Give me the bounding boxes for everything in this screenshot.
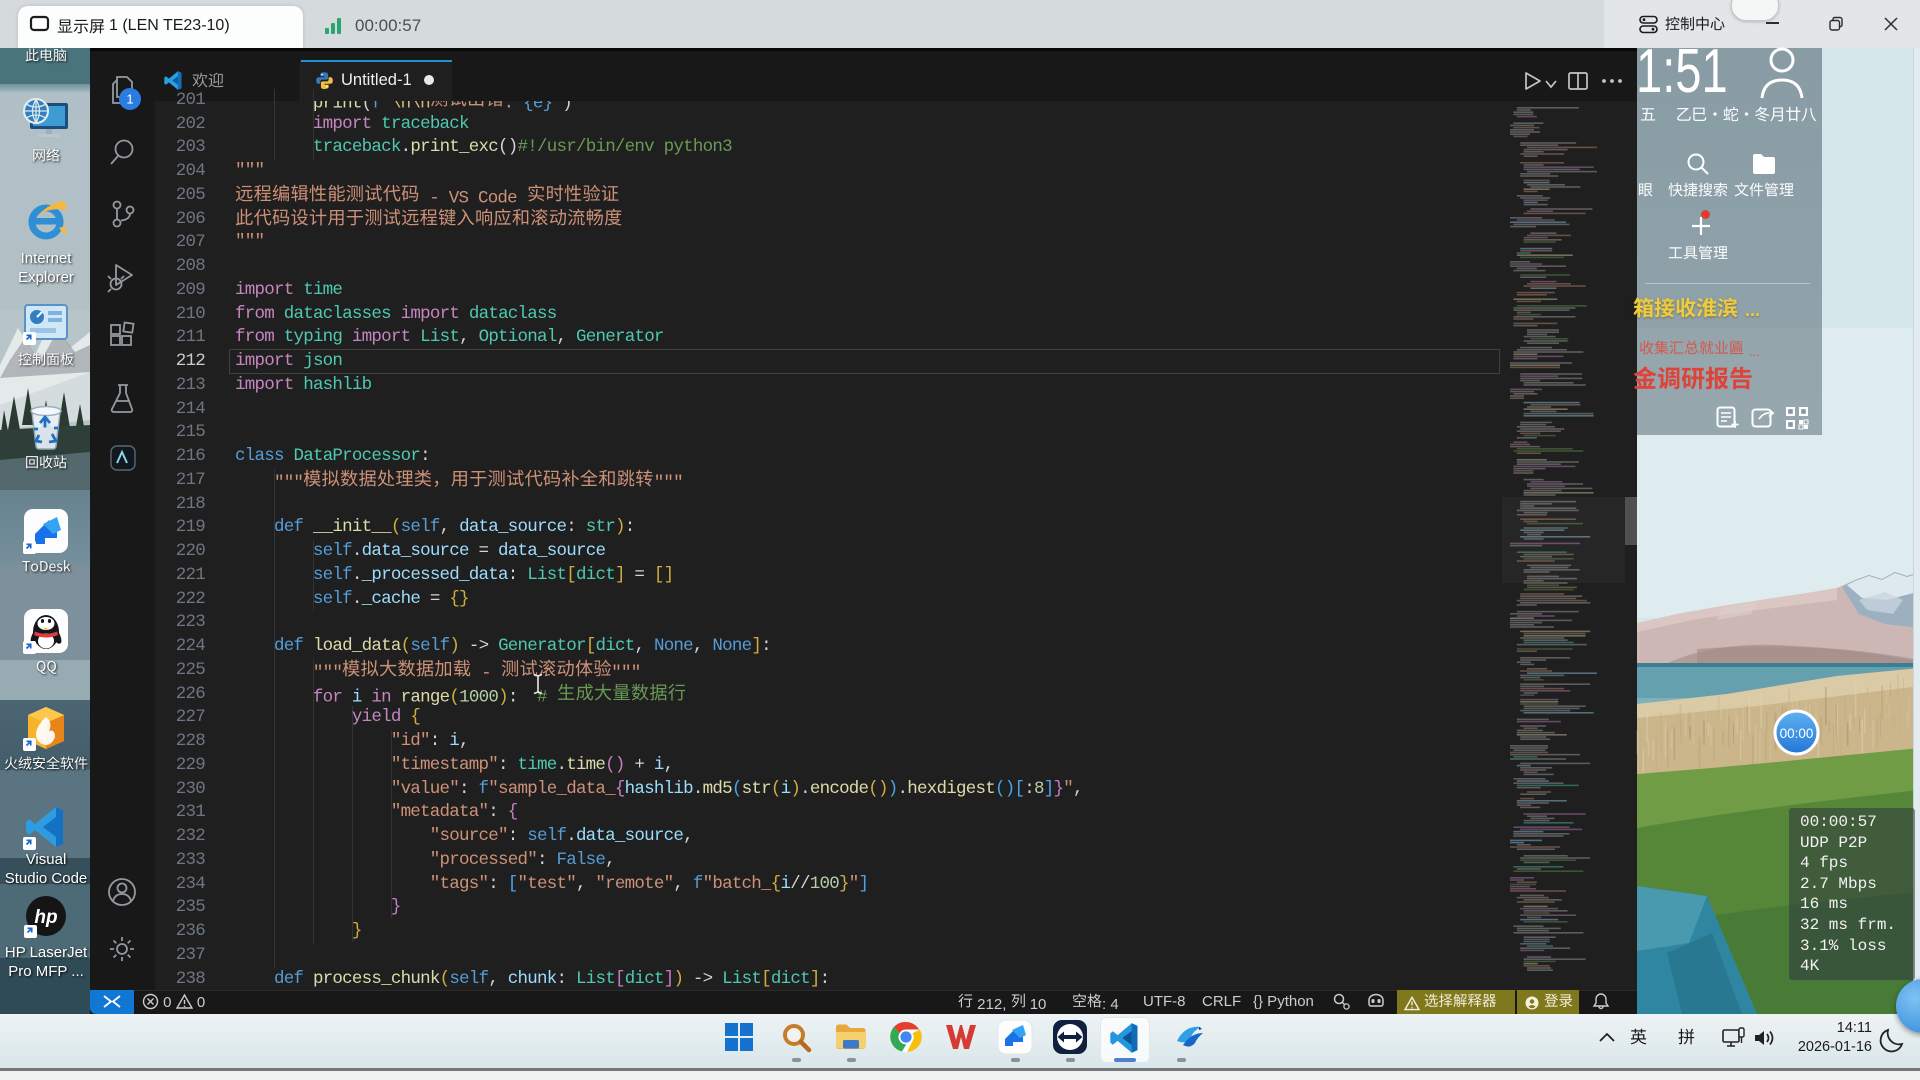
svg-text:1: 1 — [126, 92, 133, 107]
svg-text:00:00: 00:00 — [1780, 726, 1814, 741]
svg-text:hp: hp — [34, 907, 57, 928]
